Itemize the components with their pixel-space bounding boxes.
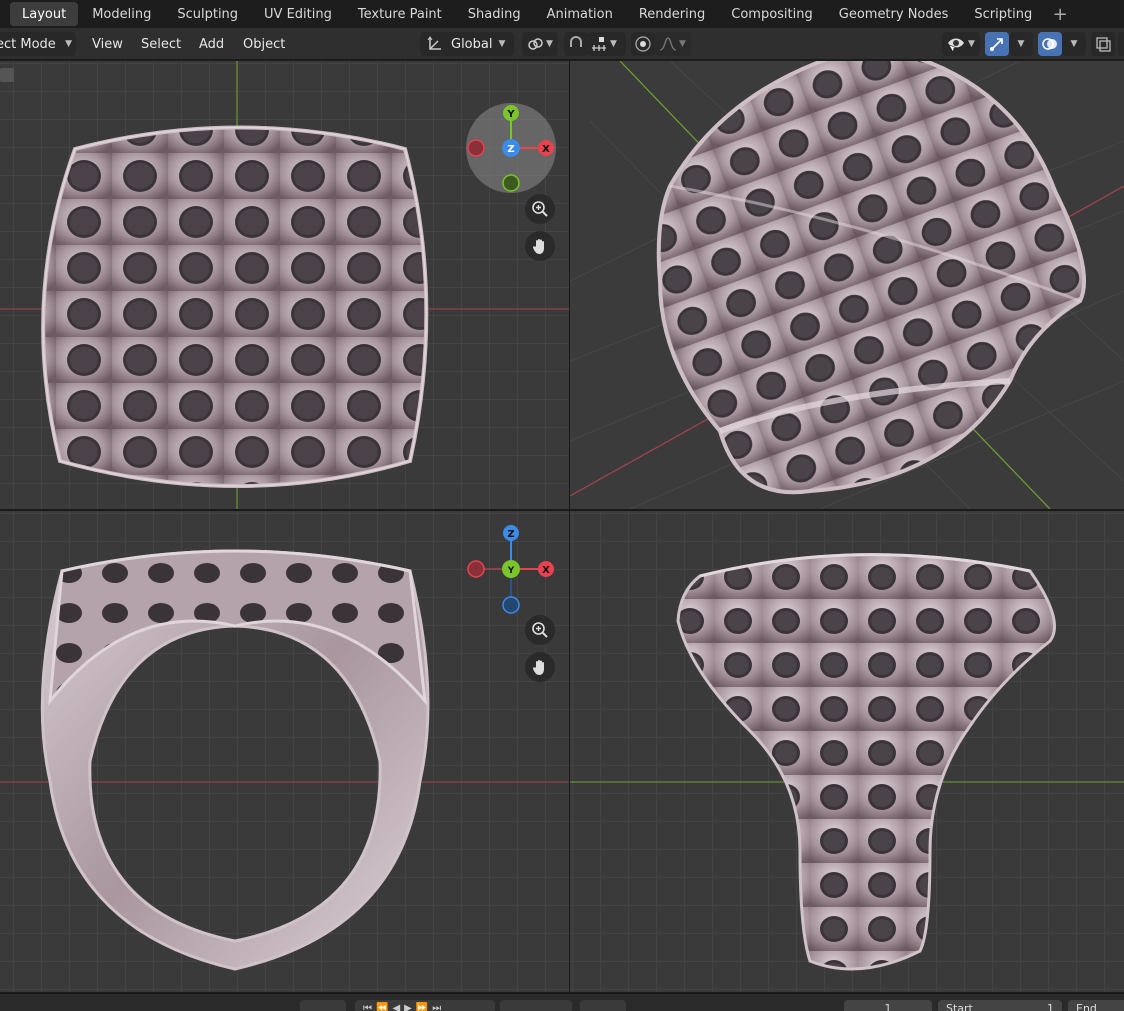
gizmo-neg-y-label: Y (507, 566, 515, 576)
tab-texture-paint[interactable]: Texture Paint (346, 2, 454, 26)
tab-compositing[interactable]: Compositing (719, 2, 825, 26)
xray-toggle[interactable] (1091, 32, 1115, 56)
gizmo-x-label: X (542, 144, 550, 155)
proportional-editing-toggle[interactable] (631, 32, 655, 56)
viewport-header: ect Mode ▼ View Select Add Object Global… (0, 28, 1124, 60)
pivot-point-select[interactable]: ▼ (522, 32, 558, 56)
gizmo-z-label: Z (507, 529, 514, 540)
overlays-icon (1042, 38, 1057, 50)
falloff-curve-icon (659, 37, 677, 51)
menu-select[interactable]: Select (141, 32, 181, 56)
magnet-icon (570, 36, 582, 47)
ring-mesh-side-view (676, 553, 1056, 971)
snap-increment-icon (592, 37, 606, 51)
ring-mesh-top-view (41, 125, 429, 488)
chevron-down-icon: ▼ (498, 39, 506, 49)
chevron-down-icon: ▼ (1017, 39, 1025, 49)
pan-button[interactable] (525, 231, 555, 261)
area-divider-vertical[interactable] (569, 61, 570, 992)
current-frame-field[interactable]: 1 (844, 1000, 932, 1011)
viewport-front[interactable]: Z X Y (0, 511, 569, 992)
mode-select-label: ect Mode (0, 36, 56, 52)
add-workspace-button[interactable]: + (1050, 4, 1070, 25)
tab-modeling[interactable]: Modeling (80, 2, 163, 26)
overlays-toggle[interactable] (1038, 32, 1062, 56)
navigation-gizmo-front[interactable]: Z X Y (464, 523, 558, 619)
playback-controls[interactable]: ⏮⏪◀▶⏩⏭ (355, 1000, 495, 1011)
keyframe-controls[interactable] (500, 1000, 572, 1011)
tab-animation[interactable]: Animation (535, 2, 625, 26)
hand-icon (532, 239, 544, 254)
snap-target-select[interactable]: ▼ (588, 32, 626, 56)
transform-orientation-select[interactable]: Global ▼ (420, 32, 514, 56)
proportional-icon (635, 36, 651, 52)
viewport-perspective[interactable] (570, 61, 1124, 509)
gizmo-toggle[interactable] (985, 32, 1009, 56)
zoom-button[interactable] (525, 615, 555, 645)
xray-icon (1096, 37, 1111, 52)
chevron-down-icon: ▼ (65, 39, 72, 49)
zoom-icon (532, 622, 548, 638)
orientation-label: Global (451, 36, 493, 52)
mode-select[interactable]: ect Mode ▼ (0, 32, 76, 56)
snap-toggle[interactable] (564, 32, 588, 56)
eye-cursor-icon (948, 38, 964, 53)
area-divider-horizontal[interactable] (0, 509, 1124, 511)
menu-add[interactable]: Add (199, 32, 224, 56)
hand-icon (532, 660, 544, 675)
menu-object[interactable]: Object (243, 32, 285, 56)
chevron-down-icon: ▼ (679, 39, 686, 49)
workspace-tabs-bar: Layout Modeling Sculpting UV Editing Tex… (0, 0, 1124, 28)
navigation-gizmo-top[interactable]: Y X Z (464, 101, 558, 195)
auto-keying-toggle[interactable] (580, 1000, 626, 1011)
pan-button[interactable] (525, 652, 555, 682)
chevron-down-icon: ▼ (1070, 39, 1078, 49)
gizmo-z-label: Z (507, 144, 514, 155)
visibility-select[interactable]: ▼ (942, 32, 980, 56)
proportional-falloff-select[interactable]: ▼ (655, 32, 691, 56)
playback-icons: ⏮⏪◀▶⏩⏭ (363, 1002, 446, 1011)
end-frame-field[interactable]: End (1068, 1000, 1124, 1011)
playback-options[interactable] (300, 1000, 346, 1011)
timeline: ⏮⏪◀▶⏩⏭ 1 Start 1 End (0, 993, 1124, 1011)
viewport-side[interactable] (570, 511, 1124, 992)
tab-scripting[interactable]: Scripting (962, 2, 1044, 26)
end-frame-label: End (1076, 1001, 1097, 1011)
gizmo-icon (990, 38, 1003, 51)
overlays-options-select[interactable]: ▼ (1062, 32, 1086, 56)
tab-sculpting[interactable]: Sculpting (165, 2, 250, 26)
gizmo-y-label: Y (506, 109, 515, 120)
zoom-button[interactable] (525, 194, 555, 224)
tab-rendering[interactable]: Rendering (627, 2, 717, 26)
tab-geometry-nodes[interactable]: Geometry Nodes (827, 2, 961, 26)
orientation-icon (427, 36, 441, 50)
viewport-side-canvas (570, 553, 1124, 971)
start-frame-label: Start (946, 1001, 973, 1011)
start-frame-field[interactable]: Start 1 (938, 1000, 1062, 1011)
start-frame-value: 1 (1047, 1001, 1054, 1011)
zoom-icon (532, 201, 548, 217)
shading-mode-overflow[interactable] (1118, 32, 1124, 56)
tab-shading[interactable]: Shading (456, 2, 533, 26)
chevron-down-icon: ▼ (546, 39, 553, 49)
gizmo-options-select[interactable]: ▼ (1009, 32, 1033, 56)
tab-layout[interactable]: Layout (10, 2, 79, 26)
pivot-icon (528, 38, 543, 50)
chevron-down-icon: ▼ (968, 39, 975, 49)
chevron-down-icon: ▼ (610, 39, 617, 49)
gizmo-x-label: X (542, 565, 550, 576)
tab-uv-editing[interactable]: UV Editing (252, 2, 344, 26)
viewport-top[interactable]: Y X Z (0, 61, 569, 509)
menu-view[interactable]: View (92, 32, 123, 56)
viewport-perspective-canvas (570, 61, 1124, 509)
